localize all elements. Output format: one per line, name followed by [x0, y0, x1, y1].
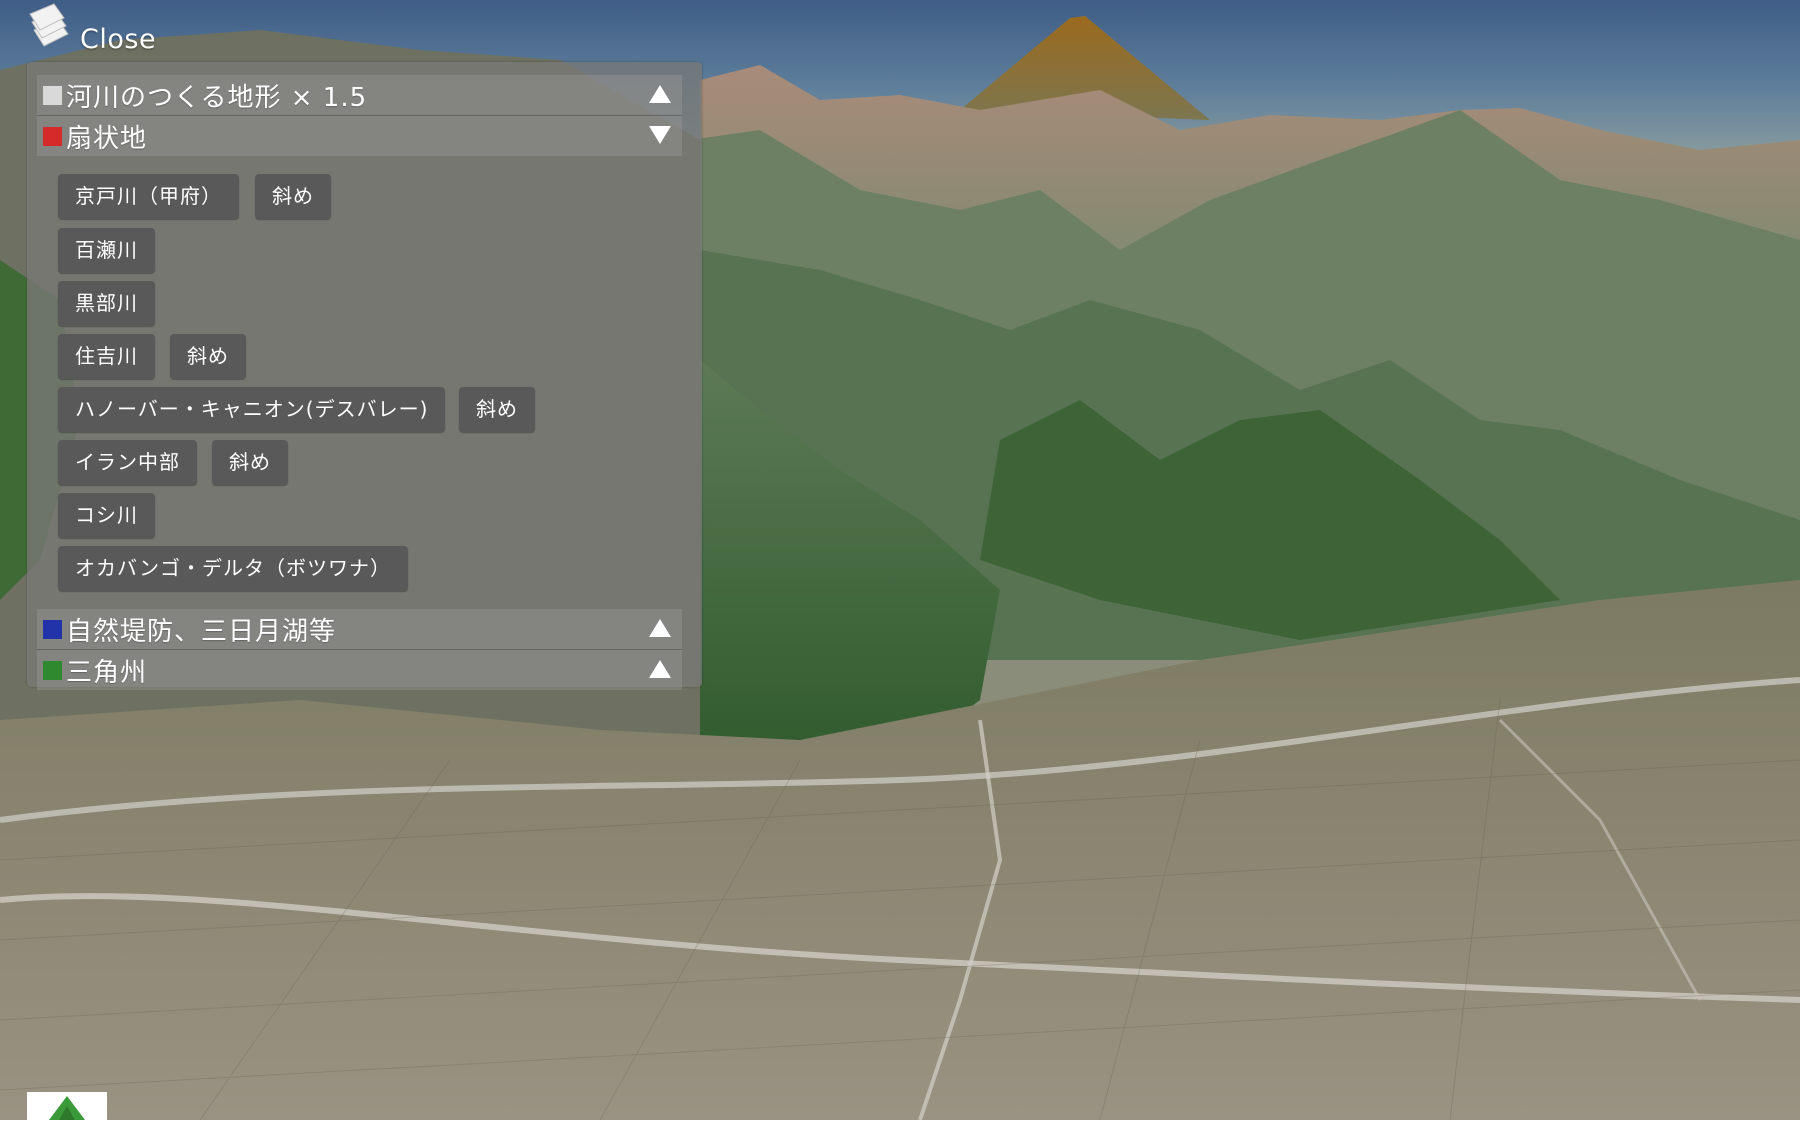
triangle-down-icon[interactable]	[648, 124, 672, 146]
section-title: 扇状地	[66, 123, 148, 154]
site-logo[interactable]	[27, 1092, 107, 1120]
section-title: 河川のつくる地形 × 1.5	[66, 82, 368, 113]
fan-button-hanaupah-canyon[interactable]: ハノーバー・キャニオン(デスバレー)	[58, 387, 446, 432]
fan-button-momosegawa[interactable]: 百瀬川	[58, 228, 155, 273]
section-natural-levee[interactable]: 自然堤防、三日月湖等	[37, 609, 682, 649]
section-color-swatch	[43, 660, 62, 680]
close-label: Close	[80, 24, 157, 55]
section-rivers-landforms[interactable]: 河川のつくる地形 × 1.5	[37, 75, 682, 115]
section-title: 自然堤防、三日月湖等	[66, 616, 337, 647]
triangle-up-icon[interactable]	[648, 617, 672, 639]
fan-button-kyodogawa[interactable]: 京戸川（甲府）	[58, 174, 239, 219]
triangle-up-icon[interactable]	[648, 83, 672, 105]
fan-button-okavango-delta[interactable]: オカバンゴ・デルタ（ボツワナ）	[58, 546, 408, 591]
triangle-up-icon[interactable]	[648, 658, 672, 680]
section-color-swatch	[43, 85, 62, 105]
green-triangle-logo	[49, 1096, 85, 1120]
fan-button-kosi-river[interactable]: コシ川	[58, 493, 155, 538]
section-delta[interactable]: 三角州	[37, 650, 682, 690]
section-alluvial-fan[interactable]: 扇状地	[37, 116, 682, 156]
section-color-swatch	[43, 126, 62, 146]
fan-button-hanaupah-oblique[interactable]: 斜め	[459, 387, 535, 432]
fan-button-kurobegawa[interactable]: 黒部川	[58, 281, 155, 326]
fan-button-kyodogawa-oblique[interactable]: 斜め	[255, 174, 331, 219]
fan-button-central-iran-oblique[interactable]: 斜め	[212, 440, 288, 485]
section-color-swatch	[43, 619, 62, 639]
fan-button-sumiyoshigawa[interactable]: 住吉川	[58, 334, 155, 379]
layers-stack-icon	[29, 3, 69, 47]
section-title: 三角州	[66, 657, 148, 688]
close-panel-button[interactable]: Close	[28, 0, 168, 62]
fan-button-central-iran[interactable]: イラン中部	[58, 440, 197, 485]
fan-button-sumiyoshigawa-oblique[interactable]: 斜め	[170, 334, 246, 379]
